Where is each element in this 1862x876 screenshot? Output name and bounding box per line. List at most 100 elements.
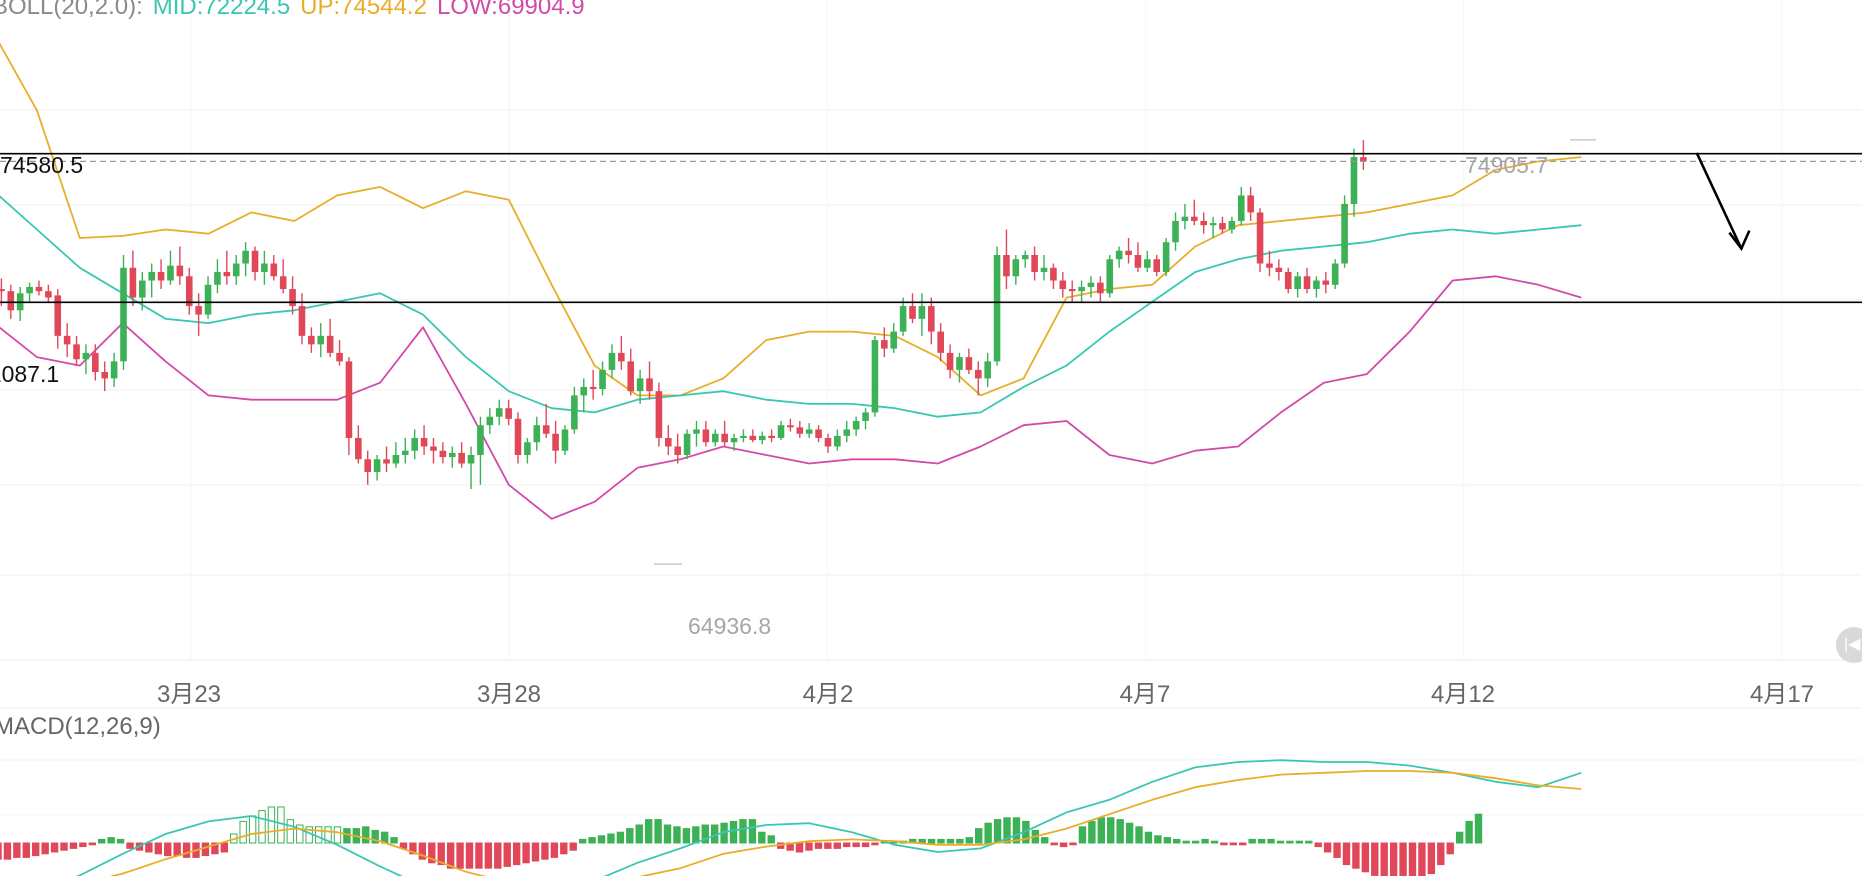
macd-bar [267, 806, 276, 844]
x-tick-label: 4月12 [1430, 681, 1496, 708]
candle-body [373, 459, 381, 473]
candle-body [608, 352, 616, 370]
macd-bar [1125, 822, 1134, 844]
macd-bar [560, 842, 568, 855]
candle [298, 293, 306, 345]
macd-bar [767, 835, 775, 844]
candle [1106, 255, 1114, 298]
candle [1303, 267, 1311, 294]
candle [1021, 250, 1029, 268]
candle-body [110, 361, 118, 379]
candle [477, 416, 484, 485]
candle [946, 344, 954, 379]
candle [279, 259, 287, 294]
macd-bar [1371, 842, 1379, 876]
candle [26, 282, 33, 302]
macd-bar [993, 819, 1002, 844]
candle-body [909, 306, 916, 319]
macd-bar [1305, 840, 1313, 844]
macd-bar [88, 842, 96, 846]
arrow-shaft [1695, 152, 1743, 250]
candle-body [843, 429, 851, 436]
candle [317, 323, 325, 358]
candle-body [1040, 267, 1048, 273]
macd-bar [1389, 842, 1398, 876]
candle [63, 323, 71, 358]
macd-bar [182, 842, 191, 858]
candle-body [1294, 276, 1301, 290]
candle [167, 250, 174, 285]
candle-body [355, 437, 362, 460]
candle-body [937, 331, 944, 353]
candle-body [129, 267, 137, 298]
candle [984, 352, 991, 387]
candle-body [533, 425, 541, 443]
candle [655, 382, 663, 447]
macd-bar [843, 842, 851, 848]
candle-body [411, 437, 418, 451]
candle [364, 450, 372, 485]
candle [54, 289, 62, 349]
macd-bar [1408, 842, 1417, 876]
macd-bar [220, 842, 229, 853]
macd-bar [314, 826, 323, 844]
candle [805, 423, 813, 438]
candle [533, 416, 541, 451]
candle [664, 425, 672, 455]
candle-body [646, 378, 653, 392]
price-chart[interactable] [0, 0, 1862, 876]
macd-bar [22, 842, 30, 858]
candle [1284, 267, 1292, 294]
candle [824, 433, 832, 453]
candle [862, 408, 869, 430]
macd-bar [550, 842, 559, 858]
candle [618, 335, 625, 370]
candle-body [148, 272, 155, 281]
candle-body [223, 272, 231, 277]
macd-bar [644, 819, 653, 844]
candle-body [862, 412, 869, 421]
candle-body [974, 369, 982, 379]
candle-body [251, 250, 259, 273]
macd-bar [1173, 838, 1181, 844]
macd-bar [98, 838, 106, 844]
candle [214, 259, 221, 294]
macd-bar [484, 842, 493, 869]
candle-body [749, 435, 757, 441]
candle-body [890, 331, 898, 349]
candle-body [308, 335, 315, 345]
macd-bar [805, 842, 813, 851]
candle [1275, 259, 1283, 281]
candle-body [317, 335, 325, 345]
macd-bar [965, 837, 973, 844]
candle [552, 420, 559, 464]
candle [787, 418, 794, 432]
candle-body [1350, 157, 1358, 204]
macd-bar [1276, 840, 1285, 844]
candle [608, 344, 616, 379]
candle-body [984, 361, 991, 379]
candle [1078, 280, 1085, 302]
macd-bar [154, 842, 163, 855]
candle-body [1284, 272, 1292, 290]
macd-bar [1097, 817, 1106, 844]
macd-bar [1191, 840, 1200, 844]
candle [993, 246, 1001, 366]
macd-bar [682, 828, 691, 844]
candle [232, 255, 240, 285]
candle [223, 250, 231, 285]
macd-bar [861, 842, 870, 848]
macd-bar [3, 842, 12, 860]
candle-body [1021, 255, 1029, 260]
candle [1322, 272, 1330, 294]
candle [1331, 259, 1339, 290]
candle-body [542, 425, 550, 434]
candle-body [214, 272, 221, 285]
boll-legend-low: LOW:69904.9 [436, 0, 585, 20]
candle [768, 429, 775, 443]
candle [467, 446, 475, 490]
candle-body [1087, 282, 1095, 287]
candle-body [26, 286, 33, 294]
candle [345, 357, 353, 455]
macd-bar [333, 826, 342, 844]
